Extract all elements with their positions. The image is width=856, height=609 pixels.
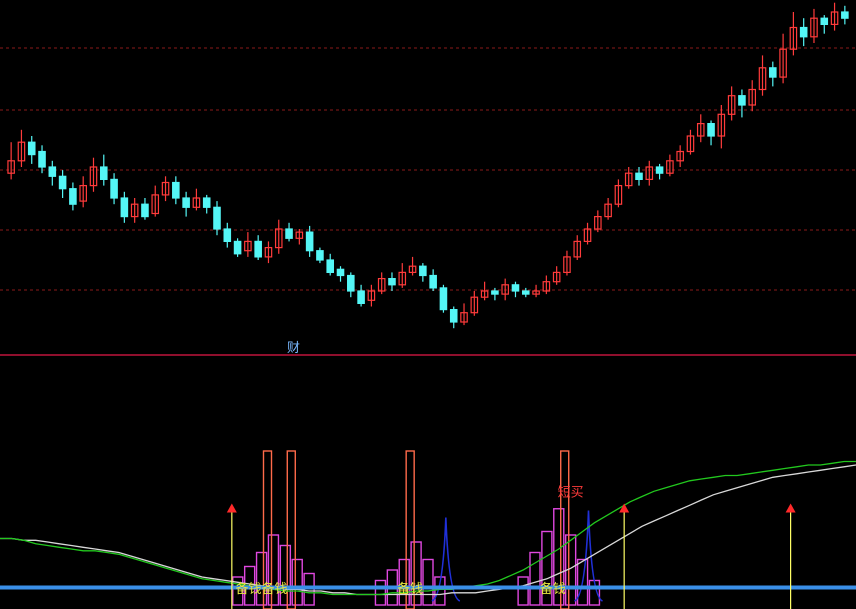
candle-body <box>738 95 746 106</box>
candle-body <box>521 290 530 295</box>
candle-body <box>511 284 520 292</box>
candle-body <box>202 197 211 208</box>
candle-body <box>223 228 232 242</box>
candle-body <box>347 274 355 292</box>
candle-body <box>213 206 221 230</box>
candle-body <box>439 287 448 311</box>
candle-body <box>357 290 365 304</box>
chart-background <box>0 0 856 609</box>
candle-body <box>48 166 57 177</box>
divider-label: 财 <box>287 341 300 356</box>
candle-body <box>326 259 335 273</box>
candle-body <box>336 268 345 277</box>
candle-body <box>99 166 108 180</box>
candle-body <box>27 141 36 156</box>
candle-body <box>316 250 324 261</box>
candle-body <box>635 172 643 180</box>
candle-body <box>388 278 396 286</box>
candle-body <box>141 203 149 218</box>
candle-body <box>182 197 190 208</box>
candle-body <box>769 67 777 78</box>
indicator-text: 备钱 <box>540 581 566 597</box>
candle-body <box>233 240 242 255</box>
stock-chart: 财 备钱备钱 备钱 备钱短买 <box>0 0 856 609</box>
candle-body <box>172 181 180 199</box>
indicator-text: 备钱 <box>397 581 423 597</box>
candle-body <box>429 274 437 289</box>
candle-body <box>305 231 314 252</box>
candle-body <box>820 17 829 26</box>
candle-body <box>254 240 262 258</box>
candle-body <box>841 11 849 19</box>
candle-body <box>110 178 118 199</box>
candle <box>439 284 448 313</box>
indicator-text: 备钱备钱 <box>236 581 288 597</box>
candle-body <box>285 228 293 239</box>
candle-body <box>419 265 427 277</box>
candle-body <box>799 26 808 38</box>
candle-body <box>491 290 499 295</box>
candle-body <box>120 197 129 218</box>
candle-body <box>449 309 458 323</box>
candle-body <box>655 166 664 174</box>
indicator-text: 短买 <box>558 486 584 501</box>
candle-body <box>38 150 46 168</box>
candle-body <box>69 188 77 205</box>
candle <box>233 238 242 257</box>
candle-body <box>58 175 67 190</box>
candle-body <box>707 122 715 137</box>
